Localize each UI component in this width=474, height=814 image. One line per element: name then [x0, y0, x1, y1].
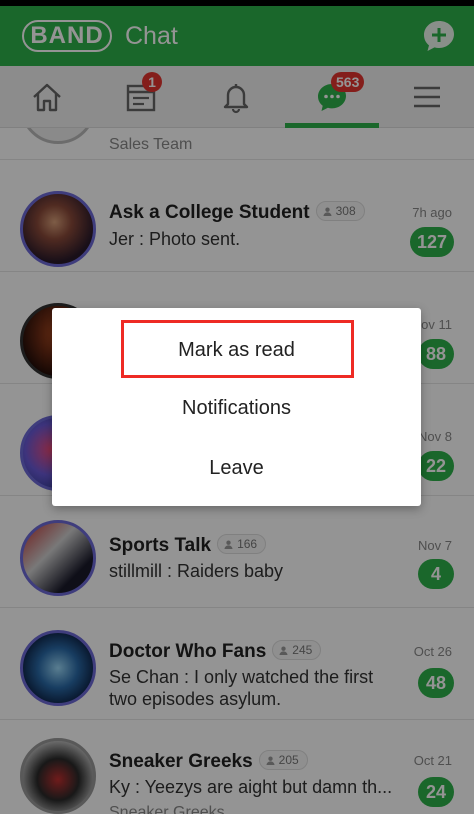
highlight-annotation	[121, 320, 354, 378]
notifications-option[interactable]: Notifications	[52, 378, 421, 438]
leave-option[interactable]: Leave	[52, 438, 421, 498]
